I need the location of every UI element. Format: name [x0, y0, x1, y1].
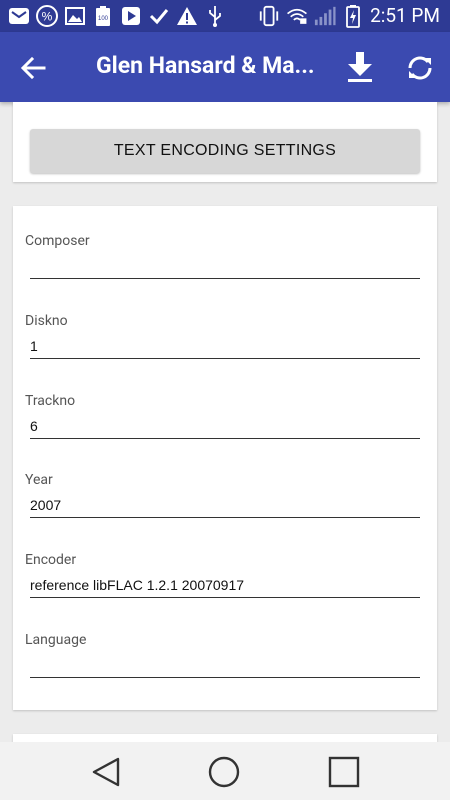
encoding-card: TEXT ENCODING SETTINGS	[13, 102, 437, 182]
language-label: Language	[25, 632, 87, 648]
image-icon	[64, 5, 86, 27]
year-label: Year	[25, 472, 53, 488]
back-arrow-icon[interactable]	[18, 53, 48, 83]
warning-icon	[176, 5, 198, 27]
year-field: Year 2007	[25, 471, 420, 518]
battery-charging-icon	[342, 5, 364, 28]
battery-100-icon: 100	[92, 5, 114, 27]
percent-icon: %	[36, 5, 58, 27]
status-time: 2:51 PM	[370, 4, 440, 27]
phone-vibrate-icon	[258, 5, 280, 27]
year-input[interactable]: 2007	[30, 493, 420, 518]
app-bar: Glen Hansard & Ma...	[0, 32, 450, 102]
wifi-lock-icon	[286, 5, 308, 27]
signal-icon	[314, 5, 336, 27]
svg-text:100: 100	[98, 16, 109, 22]
text-encoding-settings-button[interactable]: TEXT ENCODING SETTINGS	[30, 129, 420, 173]
system-nav-bar	[0, 742, 450, 800]
language-input[interactable]	[30, 653, 420, 678]
encoder-input[interactable]: reference libFLAC 1.2.1 20070917	[30, 573, 420, 598]
diskno-label: Diskno	[25, 313, 68, 329]
tag-fields-card: Composer Diskno 1 Trackno 6 Year 2007 En…	[13, 206, 437, 710]
status-bar: % 100 2:51 PM	[0, 0, 450, 32]
next-card	[13, 734, 437, 742]
play-store-icon	[120, 5, 142, 27]
trackno-field: Trackno 6	[25, 392, 420, 439]
nav-home-icon[interactable]	[206, 754, 242, 790]
composer-input[interactable]	[30, 254, 420, 279]
download-icon[interactable]	[344, 50, 376, 84]
encoder-label: Encoder	[25, 552, 77, 568]
mail-icon	[8, 5, 30, 27]
composer-label: Composer	[25, 233, 90, 249]
svg-text:%: %	[42, 10, 53, 24]
language-field: Language	[25, 631, 420, 678]
diskno-input[interactable]: 1	[30, 334, 420, 359]
nav-recents-icon[interactable]	[326, 754, 362, 790]
trackno-label: Trackno	[25, 393, 76, 409]
encoder-field: Encoder reference libFLAC 1.2.1 20070917	[25, 551, 420, 598]
page-title: Glen Hansard & Ma...	[96, 52, 315, 79]
trackno-input[interactable]: 6	[30, 414, 420, 439]
diskno-field: Diskno 1	[25, 312, 420, 359]
composer-field: Composer	[25, 232, 420, 279]
check-icon	[148, 5, 170, 27]
content-area[interactable]: TEXT ENCODING SETTINGS Composer Diskno 1…	[0, 102, 450, 742]
nav-back-icon[interactable]	[88, 754, 124, 790]
refresh-icon[interactable]	[404, 52, 436, 84]
usb-icon	[204, 5, 226, 27]
